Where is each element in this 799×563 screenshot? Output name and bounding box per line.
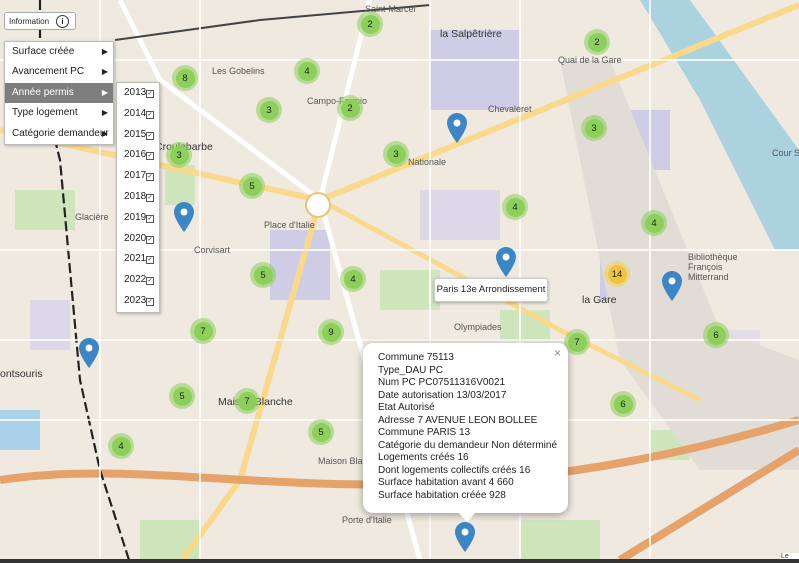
year-option[interactable]: 2020 ✓ [117,229,159,250]
popup-line: Catégorie du demandeur Non déterminé [378,439,557,451]
cluster-marker[interactable]: 5 [239,173,265,199]
place-label: Les Gobelins [212,66,265,76]
popup-line: Commune 75113 [378,352,454,363]
place-label: Porte d'Italie [342,515,392,525]
checkbox-icon[interactable]: ✓ [146,297,154,306]
information-button[interactable]: Information i [4,12,76,30]
popup-line: Dont logements collectifs créés 16 [378,464,531,476]
place-label: Chevaleret [488,104,532,114]
cluster-marker[interactable]: 6 [610,391,636,417]
place-label: Quai de la Gare [558,55,622,65]
map-pin-icon[interactable] [662,271,682,301]
place-label: la Gare [582,294,617,306]
place-label: Place d'Italie [264,220,315,230]
checkbox-icon[interactable]: ✓ [146,90,154,98]
cluster-marker[interactable]: 3 [581,115,607,141]
cluster-marker[interactable]: 4 [108,433,134,459]
chevron-right-icon: ▶ [101,47,108,56]
map-canvas[interactable]: Saint-Marcel la Salpêtrière Quai de la G… [0,0,799,563]
chevron-right-icon: ▶ [101,67,108,77]
popup-line: Surface habitation créée 928 [378,489,506,501]
bottom-bar [0,559,799,563]
checkbox-icon[interactable]: ✓ [146,277,154,286]
cluster-marker[interactable]: 2 [337,95,363,121]
year-option[interactable]: 2019 ✓ [117,208,159,229]
cluster-marker[interactable]: 5 [250,262,276,288]
arrondissement-tooltip: Paris 13e Arrondissement [434,278,548,302]
place-label: la Salpêtrière [440,28,502,40]
cluster-marker[interactable]: 7 [190,318,216,344]
menu-item-annee[interactable]: Année permis ▶ [5,82,113,104]
permit-popup: × Commune 75113 Type_DAU PC Num PC PC075… [363,343,568,522]
year-submenu: 2013 ✓ 2014 ✓ 2015 ✓ 2016 ✓ 2017 ✓ 2018 ✓ 2019… [116,82,160,313]
information-label: Information [9,16,50,26]
year-option[interactable]: 2018 ✓ [117,187,159,208]
menu-item-type[interactable]: Type logement ▶ [5,103,113,123]
cluster-marker[interactable]: 4 [641,210,667,236]
map-pin-icon[interactable] [79,338,99,368]
place-label: Bibliothèque François Mitterrand [688,252,738,282]
map-pin-icon[interactable] [496,247,516,277]
cluster-marker[interactable]: 2 [357,11,383,37]
popup-line: Etat Autorisé [378,402,435,413]
place-label: Cour Se [772,148,799,158]
checkbox-icon[interactable]: ✓ [146,193,154,202]
place-label: Corvisart [194,245,231,255]
map-pin-selected-icon[interactable] [455,522,475,552]
checkbox-icon[interactable]: ✓ [146,214,154,223]
popup-tip [458,512,476,522]
checkbox-icon[interactable]: ✓ [146,152,154,161]
checkbox-icon[interactable]: ✓ [146,235,154,244]
year-option[interactable]: 2016 ✓ [117,145,159,166]
checkbox-icon[interactable]: ✓ [146,173,154,182]
cluster-marker[interactable]: 8 [172,65,198,91]
cluster-marker-large[interactable]: 14 [604,261,630,287]
menu-item-categorie[interactable]: Catégorie demandeur ▶ [5,124,113,144]
filter-menu: Surface créée ▶ Avancement PC ▶ Année perm… [4,41,114,145]
place-label: ontsouris [0,368,43,380]
cluster-marker[interactable]: 3 [256,97,282,123]
place-label: Nationale [408,157,447,167]
map-pin-icon[interactable] [447,113,467,143]
year-option[interactable]: 2022 ✓ [117,270,159,291]
place-label: Glacière [75,212,109,222]
year-option[interactable]: 2013 ✓ [117,83,159,104]
cluster-marker[interactable]: 6 [703,322,729,348]
chevron-right-icon: ▶ [101,108,108,118]
popup-line: Commune PARIS 13 [378,427,471,438]
cluster-marker[interactable]: 2 [584,29,610,55]
cluster-marker[interactable]: 5 [169,383,195,409]
popup-content: Commune 75113 Type_DAU PC Num PC PC07511… [378,352,557,502]
cluster-marker[interactable]: 4 [294,58,320,84]
menu-item-surface[interactable]: Surface créée ▶ [5,42,113,62]
year-option[interactable]: 2015 ✓ [117,125,159,146]
checkbox-icon[interactable]: ✓ [146,131,154,140]
popup-line: Num PC PC07511316V0021 [378,377,506,388]
popup-line: Adresse 7 AVENUE LEON BOLLEE [378,414,538,426]
chevron-right-icon: ▶ [101,87,108,97]
popup-line: Date autorisation 13/03/2017 [378,389,507,401]
menu-item-avancement[interactable]: Avancement PC ▶ [5,62,113,82]
checkbox-icon[interactable]: ✓ [146,110,154,119]
year-option[interactable]: 2014 ✓ [117,104,159,125]
year-option[interactable]: 2023 ✓ [117,291,159,312]
cluster-marker[interactable]: 5 [308,419,334,445]
place-label: Olympiades [454,322,502,332]
year-option[interactable]: 2021 ✓ [117,249,159,270]
cluster-marker[interactable]: 4 [340,266,366,292]
info-icon: i [56,15,69,28]
chevron-right-icon: ▶ [101,128,108,138]
cluster-marker[interactable]: 3 [383,141,409,167]
checkbox-icon[interactable]: ✓ [146,256,154,265]
popup-line: Type_DAU PC [378,364,444,376]
cluster-marker[interactable]: 9 [318,319,344,345]
cluster-marker[interactable]: 3 [166,142,192,168]
cluster-marker[interactable]: 7 [234,388,260,414]
popup-line: Surface habitation avant 4 660 [378,477,514,488]
map-pin-icon[interactable] [174,202,194,232]
popup-line: Logements créés 16 [378,452,469,463]
year-option[interactable]: 2017 ✓ [117,166,159,187]
cluster-marker[interactable]: 4 [502,194,528,220]
